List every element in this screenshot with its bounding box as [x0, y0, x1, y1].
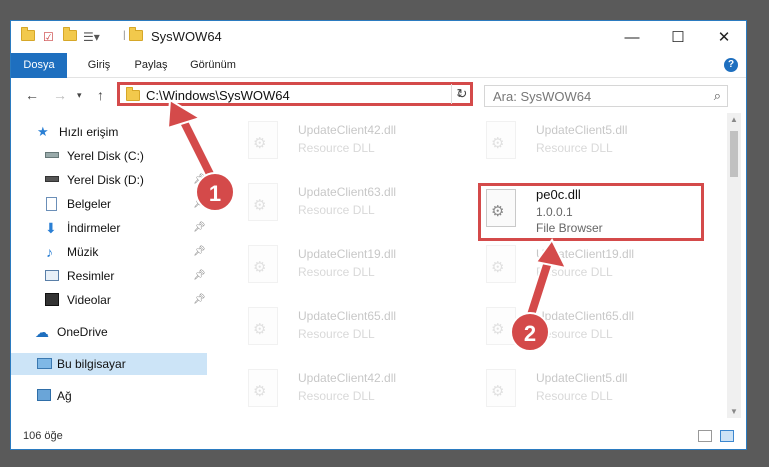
callout-badge-1: 1	[195, 172, 235, 212]
annotation-arrows	[166, 98, 568, 324]
arrow-to-address-bar	[166, 98, 218, 184]
callout-badge-2: 2	[510, 312, 550, 352]
arrow-to-file	[524, 238, 568, 324]
